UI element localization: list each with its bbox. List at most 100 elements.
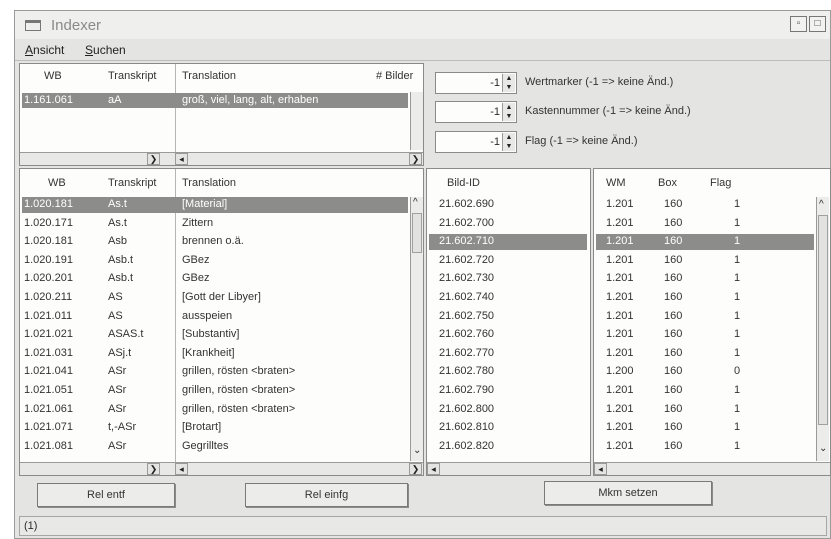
vertical-scrollbar[interactable] (410, 92, 423, 150)
spin-down-icon[interactable]: ▼ (503, 142, 515, 151)
column-header-box[interactable]: Box (658, 177, 677, 189)
menu-suchen[interactable]: Suchen (85, 43, 126, 57)
scroll-left-icon[interactable]: ◂ (175, 153, 188, 165)
horizontal-scrollbar[interactable]: ◂ ❯ (175, 462, 423, 475)
cell-flag: 1 (734, 235, 741, 248)
cell-translation: groß, viel, lang, alt, erhaben (182, 94, 319, 106)
cell-translation: [Brotart] (182, 421, 222, 434)
cell-transkript: AS (108, 291, 123, 303)
cell-wb: 1.161.061 (24, 94, 73, 106)
cell-wm: 1.201 (606, 421, 634, 434)
cell-box: 160 (664, 291, 683, 303)
column-header-wb[interactable]: WB (44, 70, 62, 82)
stepper-value[interactable]: -1 (490, 136, 500, 148)
column-header-transkript[interactable]: Transkript (108, 177, 157, 189)
scroll-right-icon[interactable]: ❯ (409, 463, 422, 475)
cell-wm: 1.201 (606, 198, 634, 210)
cell-bild-id: 21.602.770 (439, 346, 495, 359)
scroll-down-icon[interactable]: ⌄ (819, 443, 827, 454)
cell-transkript: As.t (108, 216, 127, 229)
menu-ansicht[interactable]: Ansicht (25, 43, 64, 57)
cell-box: 160 (664, 402, 683, 415)
scroll-left-icon[interactable]: ◂ (594, 463, 607, 475)
scroll-right-icon[interactable]: ❯ (147, 153, 160, 165)
horizontal-scrollbar[interactable]: ❯ (20, 462, 175, 475)
cell-bild-id: 21.602.810 (439, 421, 495, 434)
cell-translation: [Krankheit] (182, 346, 235, 359)
horizontal-scrollbar[interactable]: ◂ (427, 462, 590, 475)
stepper-value[interactable]: -1 (490, 106, 500, 118)
kastennummer-stepper[interactable]: -1 ▲ ▼ (435, 101, 517, 123)
stepper-arrows[interactable]: ▲ ▼ (502, 103, 515, 121)
cell-flag: 1 (734, 421, 741, 434)
column-header-flag[interactable]: Flag (710, 177, 731, 189)
rel-entf-button[interactable]: Rel entf (37, 483, 175, 507)
scroll-up-icon[interactable]: ^ (413, 197, 418, 208)
cell-transkript: ASAS.t (108, 328, 144, 341)
stepper-arrows[interactable]: ▲ ▼ (502, 133, 515, 151)
cell-flag: 1 (734, 384, 741, 396)
cell-wb: 1.020.201 (24, 272, 73, 285)
cell-wb: 1.020.181 (24, 198, 73, 210)
scroll-left-icon[interactable]: ◂ (175, 463, 188, 475)
column-header-translation[interactable]: Translation (182, 70, 236, 82)
kastennummer-label: Kastennummer (-1 => keine Änd.) (525, 105, 691, 117)
column-header-bild-id[interactable]: Bild-ID (447, 177, 480, 189)
cell-transkript: Asb.t (108, 272, 134, 285)
selected-word-table[interactable]: WB Transkript Translation # Bilder 1.161… (19, 63, 424, 166)
image-id-table[interactable]: Bild-ID 21.602.690 21.602.700 21.602.710 21… (426, 168, 591, 476)
cell-box: 160 (664, 365, 683, 378)
scroll-left-icon[interactable]: ◂ (427, 463, 440, 475)
menu-bar: Ansicht Suchen (15, 39, 830, 61)
flag-stepper[interactable]: -1 ▲ ▼ (435, 131, 517, 153)
cell-bild-id: 21.602.690 (439, 198, 495, 210)
spin-up-icon[interactable]: ▲ (503, 103, 515, 112)
cell-flag: 0 (734, 365, 741, 378)
rel-einfg-button[interactable]: Rel einfg (245, 483, 408, 507)
cell-translation: grillen, rösten <braten> (182, 384, 296, 396)
status-bar: (1) (19, 516, 827, 536)
cell-wm: 1.200 (606, 365, 634, 378)
cell-wm: 1.201 (606, 235, 634, 248)
cell-translation: GBez (182, 253, 210, 266)
scroll-down-icon[interactable]: ⌄ (413, 445, 421, 456)
vertical-scrollbar[interactable] (816, 197, 829, 461)
scroll-right-icon[interactable]: ❯ (147, 463, 160, 475)
maximize-button[interactable]: □ (809, 16, 826, 32)
cell-transkript: Asb (108, 235, 127, 248)
scroll-up-icon[interactable]: ^ (819, 199, 824, 210)
restore-button[interactable]: ▫ (790, 16, 807, 32)
column-header-transkript[interactable]: Transkript (108, 70, 157, 82)
wertmarker-stepper[interactable]: -1 ▲ ▼ (435, 72, 517, 94)
cell-wm: 1.201 (606, 346, 634, 359)
column-header-wb[interactable]: WB (48, 177, 66, 189)
cell-wm: 1.201 (606, 439, 634, 452)
cell-bild-id: 21.602.820 (439, 439, 495, 452)
scroll-right-icon[interactable]: ❯ (409, 153, 422, 165)
cell-wm: 1.201 (606, 253, 634, 266)
spin-up-icon[interactable]: ▲ (503, 133, 515, 142)
cell-wb: 1.021.071 (24, 421, 73, 434)
mkm-setzen-button[interactable]: Mkm setzen (544, 481, 712, 505)
scroll-thumb[interactable] (412, 213, 422, 253)
column-header-wm[interactable]: WM (606, 177, 626, 189)
word-list-table[interactable]: WB Transkript Translation 1.020.181 As.t [… (19, 168, 424, 476)
cell-flag: 1 (734, 291, 741, 303)
spin-down-icon[interactable]: ▼ (503, 83, 515, 92)
title-bar: Indexer ▫ □ (15, 11, 830, 39)
spin-down-icon[interactable]: ▼ (503, 112, 515, 121)
column-header-bilder[interactable]: # Bilder (376, 70, 413, 82)
cell-box: 160 (664, 198, 683, 210)
spin-up-icon[interactable]: ▲ (503, 74, 515, 83)
stepper-value[interactable]: -1 (490, 77, 500, 89)
horizontal-scrollbar[interactable]: ❯ (20, 152, 175, 165)
vertical-scrollbar[interactable] (410, 197, 423, 461)
stepper-arrows[interactable]: ▲ ▼ (502, 74, 515, 92)
column-header-translation[interactable]: Translation (182, 177, 236, 189)
horizontal-scrollbar[interactable]: ◂ ❯ (175, 152, 423, 165)
mark-table[interactable]: WM Box Flag 1.201 160 1 1.201 160 1 1.201 160 1 1… (593, 168, 831, 476)
horizontal-scrollbar[interactable]: ◂ (594, 462, 830, 475)
indexer-window: Indexer ▫ □ Ansicht Suchen WB Transkript… (14, 10, 831, 539)
cell-wm: 1.201 (606, 309, 634, 322)
scroll-thumb[interactable] (818, 215, 828, 425)
